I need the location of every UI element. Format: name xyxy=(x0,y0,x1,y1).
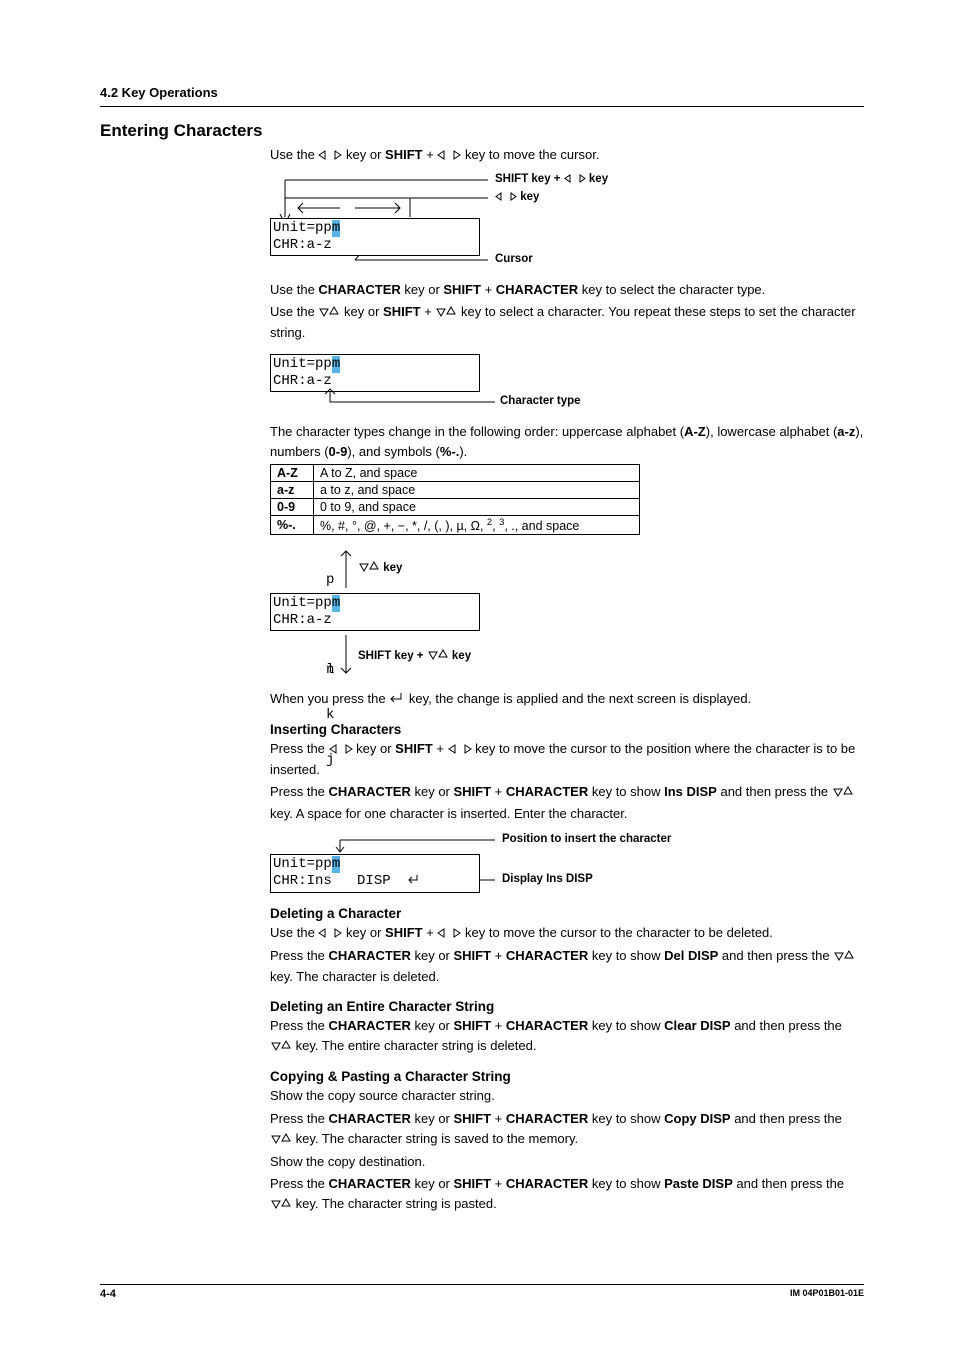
document-id: IM 04P01B01-01E xyxy=(790,1288,864,1298)
down-up-arrow-icon xyxy=(435,303,457,323)
page-number: 4-4 xyxy=(100,1288,116,1300)
label-lr-key: key xyxy=(495,191,539,204)
figure-char-type: Unit=ppm CHR:a-z Character type xyxy=(270,354,864,414)
label-shift-ud-key: SHIFT key + key xyxy=(358,649,471,663)
body-text: Press the CHARACTER key or SHIFT + CHARA… xyxy=(270,1016,864,1057)
character-type-table: A-ZA to Z, and space a-za to z, and spac… xyxy=(270,464,640,535)
down-up-arrow-icon xyxy=(318,303,340,323)
left-right-arrow-icon xyxy=(318,146,342,166)
label-insert-position: Position to insert the character xyxy=(502,833,671,845)
figure-char-cycle: p o n key Unit=ppm CHR:a-z l k j SHIFT k… xyxy=(270,543,864,683)
label-cursor: Cursor xyxy=(495,253,533,265)
intro-line: Use the key or SHIFT + key to move the c… xyxy=(270,145,864,166)
enter-icon xyxy=(389,690,405,710)
divider xyxy=(100,106,864,107)
label-ud-key: key xyxy=(358,561,402,575)
section-header: 4.2 Key Operations xyxy=(100,85,864,100)
body-text: Press the CHARACTER key or SHIFT + CHARA… xyxy=(270,1174,864,1215)
down-up-arrow-icon xyxy=(833,947,855,967)
label-shift-lr-key: SHIFT key + key xyxy=(495,173,608,186)
down-up-arrow-icon xyxy=(270,1195,292,1215)
table-row: %-.%, #, °, @, +, −, *, /, (, ), µ, Ω, 2… xyxy=(271,515,640,534)
body-text: Use the key or SHIFT + key to move the c… xyxy=(270,923,864,944)
figure-cursor-move: Unit=ppm CHR:a-z SHIFT key + key key Cur… xyxy=(270,172,864,274)
down-up-arrow-icon xyxy=(832,783,854,803)
label-character-type: Character type xyxy=(500,395,581,407)
body-text: Press the CHARACTER key or SHIFT + CHARA… xyxy=(270,946,864,987)
table-row: 0-90 to 9, and space xyxy=(271,498,640,515)
page-footer: 4-4 IM 04P01B01-01E xyxy=(100,1284,864,1300)
table-row: A-ZA to Z, and space xyxy=(271,464,640,481)
body-text: Show the copy destination. xyxy=(270,1152,864,1172)
left-right-arrow-icon xyxy=(318,924,342,944)
subheading-delete-all: Deleting an Entire Character String xyxy=(270,999,864,1014)
body-text: Use the key or SHIFT + key to select a c… xyxy=(270,302,864,343)
page-title: Entering Characters xyxy=(100,121,864,141)
figure-insert: Unit=ppm CHR:Ins DISP Position to insert… xyxy=(270,832,864,894)
down-up-arrow-icon xyxy=(270,1037,292,1057)
body-text: Use the CHARACTER key or SHIFT + CHARACT… xyxy=(270,280,864,300)
cursor-highlight: m xyxy=(332,220,340,237)
left-right-arrow-icon xyxy=(437,924,461,944)
left-right-arrow-icon xyxy=(448,740,472,760)
body-text: The character types change in the follow… xyxy=(270,422,864,462)
table-row: a-za to z, and space xyxy=(271,481,640,498)
subheading-copy-paste: Copying & Pasting a Character String xyxy=(270,1069,864,1084)
body-text: Press the CHARACTER key or SHIFT + CHARA… xyxy=(270,1109,864,1150)
subheading-deleting: Deleting a Character xyxy=(270,906,864,921)
left-right-arrow-icon xyxy=(437,146,461,166)
label-display-ins-disp: Display Ins DISP xyxy=(502,873,593,885)
body-text: Show the copy source character string. xyxy=(270,1086,864,1106)
down-up-arrow-icon xyxy=(270,1130,292,1150)
